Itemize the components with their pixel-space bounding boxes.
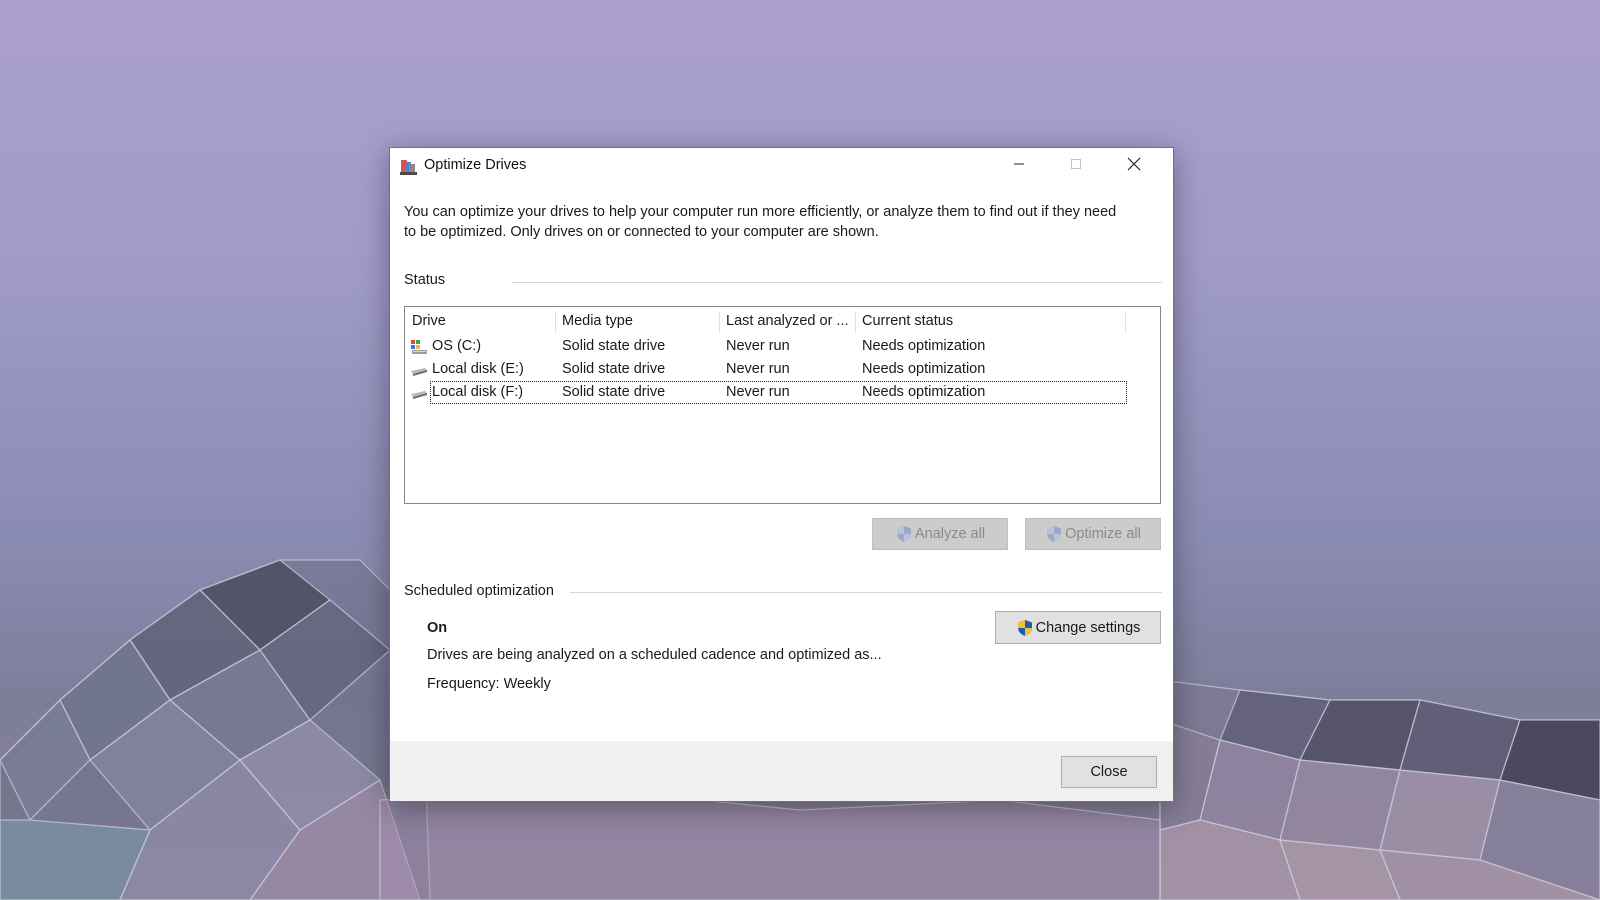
drive-last-analyzed: Never run	[726, 338, 790, 354]
optimize-all-button[interactable]: Optimize all	[1025, 518, 1161, 550]
drive-media-type: Solid state drive	[562, 338, 666, 354]
schedule-frequency: Frequency: Weekly	[427, 676, 551, 692]
analyze-all-button[interactable]: Analyze all	[872, 518, 1008, 550]
status-divider	[512, 282, 1162, 283]
close-button-label: Close	[1090, 764, 1128, 780]
optimize-all-label: Optimize all	[1065, 526, 1141, 542]
uac-shield-icon	[896, 526, 911, 542]
maximize-icon	[1071, 159, 1081, 169]
column-header-current-status[interactable]: Current status	[862, 313, 953, 329]
disk-drive-icon	[411, 368, 427, 376]
column-header-drive[interactable]: Drive	[412, 313, 446, 329]
minimize-icon	[1014, 163, 1024, 165]
close-button[interactable]: Close	[1061, 756, 1157, 788]
drive-list[interactable]: Drive Media type Last analyzed or ... Cu…	[404, 306, 1161, 504]
drive-name: Local disk (F:)	[432, 384, 524, 400]
uac-shield-icon	[1017, 619, 1032, 636]
scheduled-divider	[570, 592, 1162, 593]
change-settings-label: Change settings	[1035, 619, 1141, 636]
column-divider[interactable]	[1125, 311, 1126, 333]
status-section-label: Status	[404, 272, 445, 288]
table-row[interactable]: Local disk (F:) Solid state drive Never …	[406, 381, 1127, 404]
scheduled-section-label: Scheduled optimization	[404, 583, 554, 599]
drive-current-status: Needs optimization	[862, 338, 986, 354]
column-divider[interactable]	[719, 311, 720, 333]
change-settings-button[interactable]: Change settings	[995, 611, 1161, 644]
dialog-footer: Close	[390, 741, 1173, 801]
disk-drive-icon	[411, 391, 427, 399]
table-row[interactable]: Local disk (E:) Solid state drive Never …	[406, 358, 1126, 381]
drive-media-type: Solid state drive	[562, 384, 666, 400]
os-drive-icon	[411, 340, 427, 354]
minimize-button[interactable]	[996, 148, 1042, 180]
column-header-media-type[interactable]: Media type	[562, 313, 633, 329]
status-label-text: Status	[404, 272, 446, 288]
drive-media-type: Solid state drive	[562, 361, 666, 377]
window-title: Optimize Drives	[424, 157, 527, 173]
schedule-description: Drives are being analyzed on a scheduled…	[427, 647, 882, 663]
optimize-drives-app-icon	[400, 160, 417, 175]
column-header-last-analyzed[interactable]: Last analyzed or ...	[726, 313, 849, 329]
column-divider[interactable]	[555, 311, 556, 333]
column-divider[interactable]	[855, 311, 856, 333]
drive-current-status: Needs optimization	[862, 384, 986, 400]
drive-name: Local disk (E:)	[432, 361, 524, 377]
drive-name: OS (C:)	[432, 338, 482, 354]
optimize-drives-window: Optimize Drives You can optimize your dr…	[389, 147, 1174, 802]
uac-shield-icon	[1047, 526, 1062, 542]
maximize-button[interactable]	[1053, 148, 1099, 180]
title-bar[interactable]: Optimize Drives	[390, 148, 1173, 184]
window-description: You can optimize your drives to help you…	[404, 204, 1117, 240]
schedule-state: On	[427, 620, 448, 636]
table-row[interactable]: OS (C:) Solid state drive Never run Need…	[406, 335, 1126, 358]
drive-last-analyzed: Never run	[726, 361, 790, 377]
analyze-all-label: Analyze all	[914, 526, 986, 542]
drive-last-analyzed: Never run	[726, 384, 790, 400]
drive-current-status: Needs optimization	[862, 361, 986, 377]
close-icon	[1127, 157, 1141, 171]
close-window-button[interactable]	[1111, 148, 1157, 180]
